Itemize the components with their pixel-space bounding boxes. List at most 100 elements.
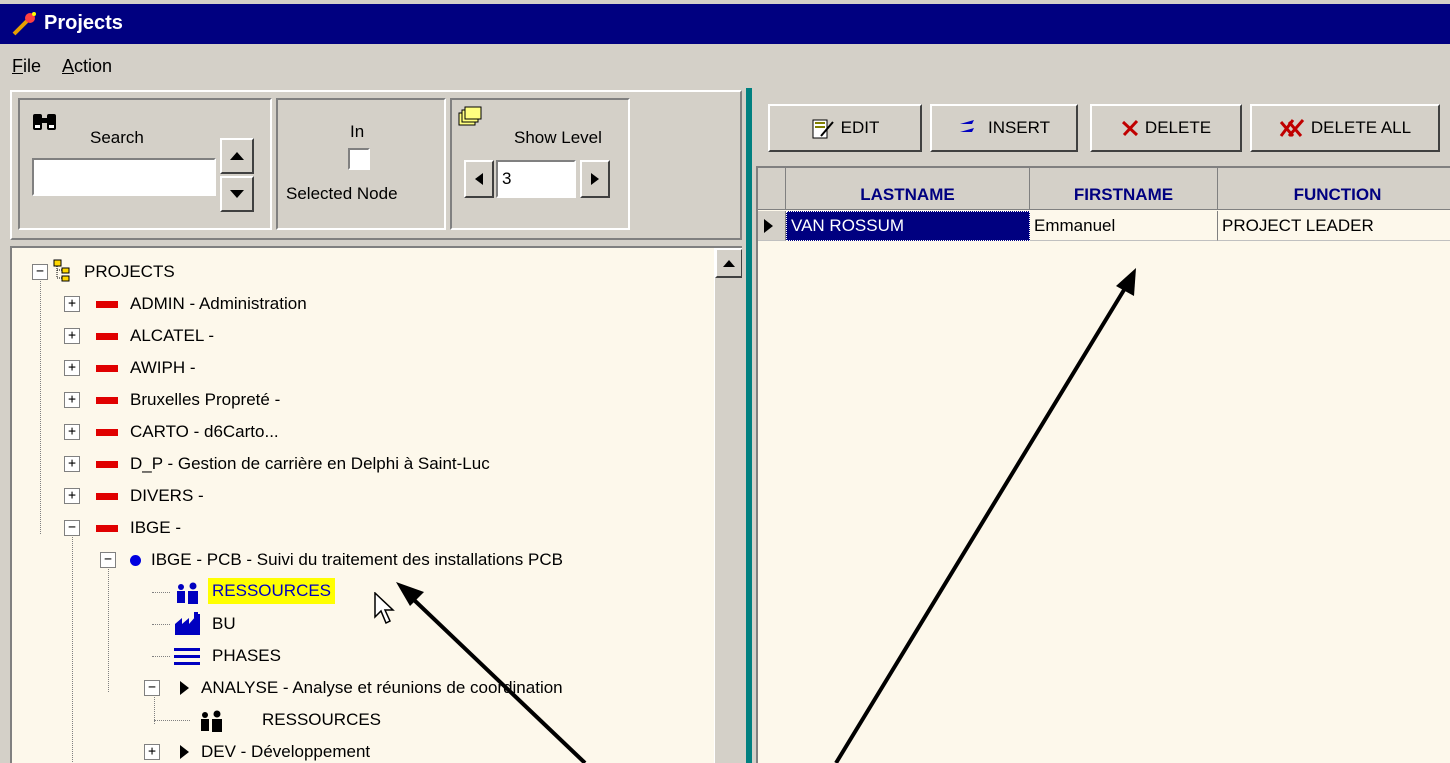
tree-guide bbox=[40, 274, 41, 534]
delete-all-label: DELETE ALL bbox=[1310, 118, 1412, 137]
project-tree[interactable]: − PROJECTS + ADMIN - Administration + AL… bbox=[10, 246, 742, 763]
mouse-cursor-icon bbox=[374, 592, 395, 625]
folders-icon bbox=[458, 106, 482, 126]
row-indicator[interactable] bbox=[758, 211, 786, 241]
menu-action[interactable]: Action bbox=[62, 56, 112, 77]
column-header-label: LASTNAME bbox=[860, 185, 955, 204]
table-cell-function[interactable]: PROJECT LEADER bbox=[1218, 211, 1450, 241]
triangle-up-icon bbox=[723, 259, 735, 267]
triangle-right-icon bbox=[591, 173, 599, 185]
table-cell-firstname[interactable]: Emmanuel bbox=[1030, 211, 1218, 241]
current-row-icon bbox=[764, 218, 773, 233]
level-increase-button[interactable] bbox=[580, 160, 610, 198]
project-marker-icon bbox=[96, 364, 118, 372]
in-label: In bbox=[350, 122, 365, 141]
insert-icon bbox=[959, 120, 980, 132]
scroll-up-button[interactable] bbox=[715, 248, 742, 278]
resources-grid[interactable]: LASTNAME FIRSTNAME FUNCTION VAN ROSSUM E… bbox=[756, 166, 1450, 763]
edit-button[interactable]: EDIT bbox=[768, 104, 922, 152]
project-marker-icon bbox=[96, 524, 118, 532]
project-marker-icon bbox=[96, 428, 118, 436]
column-header-function[interactable]: FUNCTION bbox=[1218, 168, 1450, 210]
factory-icon bbox=[175, 612, 200, 635]
insert-label: INSERT bbox=[987, 118, 1051, 137]
show-level-group: Show Level bbox=[450, 98, 630, 230]
column-header-label: FUNCTION bbox=[1293, 185, 1382, 204]
tree-item-label: AWIPH - bbox=[130, 358, 196, 377]
triangle-down-icon bbox=[230, 190, 244, 198]
collapse-icon[interactable]: − bbox=[64, 520, 80, 536]
expand-icon[interactable]: + bbox=[64, 392, 80, 408]
collapse-icon[interactable]: − bbox=[100, 552, 116, 568]
insert-button[interactable]: INSERT bbox=[930, 104, 1078, 152]
expand-icon[interactable]: + bbox=[64, 296, 80, 312]
binoculars-icon bbox=[33, 114, 56, 130]
tree-item-label: ALCATEL - bbox=[130, 326, 215, 345]
project-marker-icon bbox=[96, 332, 118, 340]
tree-phase-resources-label: RESSOURCES bbox=[262, 710, 382, 729]
tree-guide bbox=[72, 530, 73, 763]
collapse-icon[interactable]: − bbox=[32, 264, 48, 280]
tree-phase-label: ANALYSE - Analyse et réunions de coordin… bbox=[201, 678, 563, 697]
menu-action-rest: ction bbox=[74, 56, 113, 76]
expand-icon[interactable]: + bbox=[64, 328, 80, 344]
tree-bu-label: BU bbox=[212, 614, 236, 633]
menu-file[interactable]: File bbox=[12, 56, 41, 77]
tree-item-label: D_P - Gestion de carrière en Delphi à Sa… bbox=[130, 454, 490, 473]
delete-all-button[interactable]: DELETE ALL bbox=[1250, 104, 1440, 152]
column-header-lastname[interactable]: LASTNAME bbox=[786, 168, 1030, 210]
phase-marker-icon bbox=[180, 745, 189, 759]
collapse-icon[interactable]: − bbox=[144, 680, 160, 696]
edit-label: EDIT bbox=[840, 118, 880, 137]
people-icon bbox=[201, 710, 222, 732]
project-marker-icon bbox=[96, 300, 118, 308]
search-input[interactable] bbox=[32, 158, 216, 196]
level-decrease-button[interactable] bbox=[464, 160, 494, 198]
tree-item-label: Bruxelles Propreté - bbox=[130, 390, 281, 409]
tree-item-label: ADMIN - Administration bbox=[130, 294, 307, 313]
show-level-label: Show Level bbox=[514, 128, 602, 147]
expand-icon[interactable]: + bbox=[64, 488, 80, 504]
expand-icon[interactable]: + bbox=[64, 360, 80, 376]
row-indicator-header bbox=[758, 168, 786, 210]
tree-guide bbox=[108, 562, 109, 692]
column-header-label: FIRSTNAME bbox=[1073, 185, 1174, 204]
delete-x-icon bbox=[1121, 119, 1139, 137]
triangle-up-icon bbox=[230, 152, 244, 160]
project-marker-icon bbox=[96, 396, 118, 404]
tree-guide bbox=[152, 624, 170, 625]
level-input[interactable] bbox=[496, 160, 576, 198]
expand-icon[interactable]: + bbox=[64, 456, 80, 472]
menu-action-mnemonic: A bbox=[62, 56, 75, 76]
column-header-firstname[interactable]: FIRSTNAME bbox=[1030, 168, 1218, 210]
menu-file-mnemonic: F bbox=[12, 56, 23, 76]
tree-scrollbar[interactable] bbox=[714, 248, 742, 763]
project-marker-icon bbox=[96, 492, 118, 500]
tree-phases-label: PHASES bbox=[212, 646, 281, 665]
delete-button[interactable]: DELETE bbox=[1090, 104, 1242, 152]
tree-root-label: PROJECTS bbox=[84, 262, 175, 281]
in-selected-node-group: In Selected Node bbox=[276, 98, 446, 230]
edit-icon bbox=[812, 119, 834, 139]
expand-icon[interactable]: + bbox=[64, 424, 80, 440]
triangle-left-icon bbox=[475, 173, 483, 185]
tree-guide bbox=[154, 720, 190, 721]
table-cell-lastname[interactable]: VAN ROSSUM bbox=[786, 211, 1030, 241]
tree-guide bbox=[152, 592, 170, 593]
window-title: Projects bbox=[44, 12, 123, 34]
selected-node-label: Selected Node bbox=[286, 184, 398, 203]
tree-structure-icon bbox=[53, 259, 70, 282]
tree-item-label: DIVERS - bbox=[130, 486, 204, 505]
title-bar[interactable]: Projects bbox=[0, 0, 1450, 44]
menu-file-rest: ile bbox=[23, 56, 42, 76]
delete-label: DELETE bbox=[1144, 118, 1212, 137]
app-icon bbox=[12, 12, 36, 36]
pane-splitter[interactable] bbox=[746, 88, 752, 763]
search-label: Search bbox=[90, 128, 144, 147]
tree-phase-label: DEV - Développement bbox=[201, 742, 371, 761]
selected-node-checkbox[interactable] bbox=[348, 148, 370, 170]
expand-icon[interactable]: + bbox=[144, 744, 160, 760]
tree-guide bbox=[152, 656, 170, 657]
search-prev-button[interactable] bbox=[220, 138, 254, 174]
search-next-button[interactable] bbox=[220, 176, 254, 212]
